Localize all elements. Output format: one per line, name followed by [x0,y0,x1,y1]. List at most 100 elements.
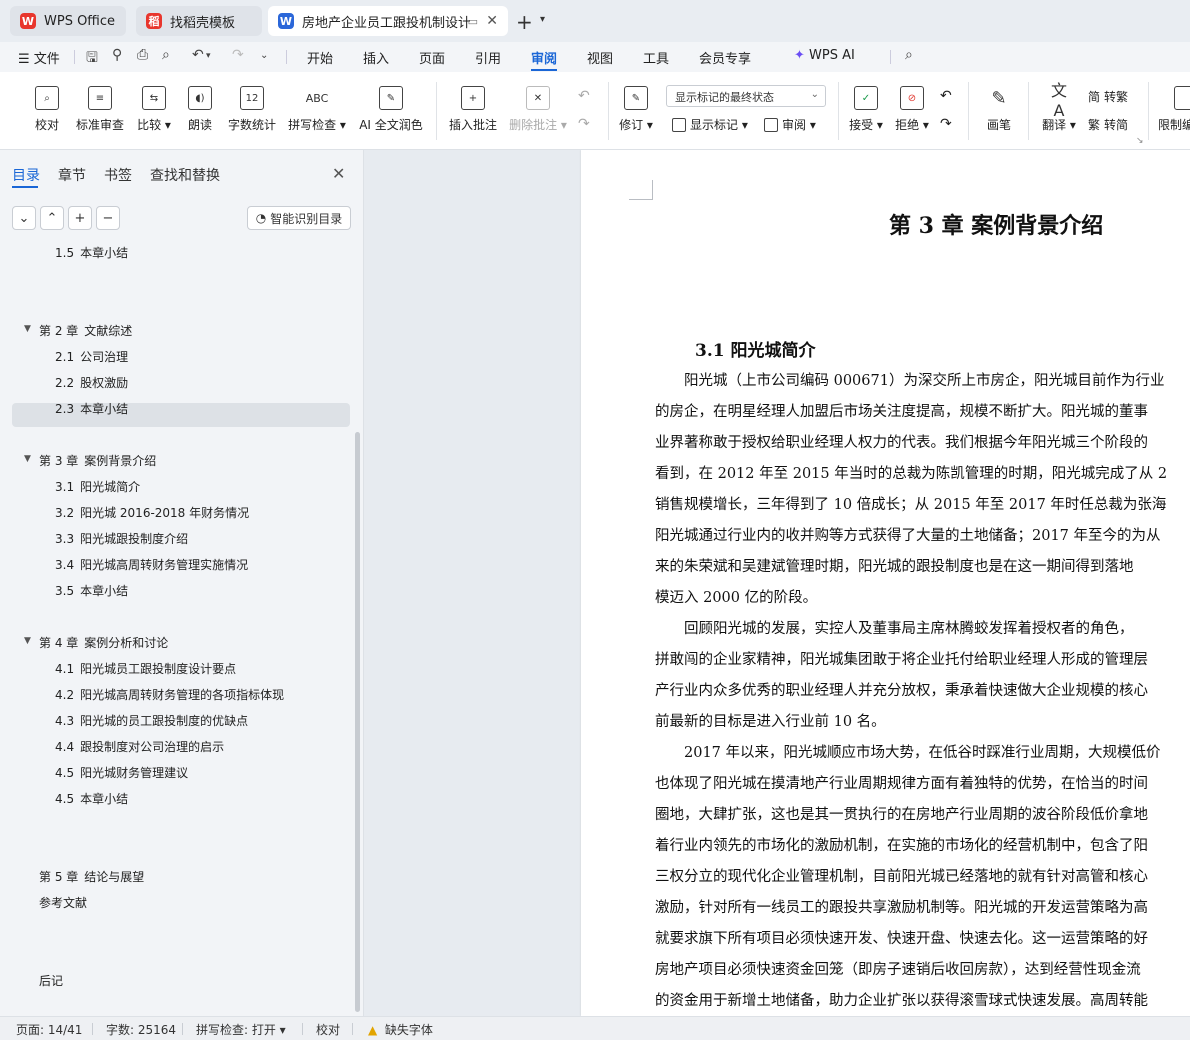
accept-button[interactable]: ✓ 接受 ▾ [846,86,886,133]
markup-mode-select[interactable]: 显示标记的最终状态 ⌄ [666,85,826,107]
compare-button[interactable]: ⇆ 比较 ▾ [133,86,175,133]
new-tab-icon[interactable]: + [516,10,533,34]
tab-wps-office[interactable]: W WPS Office [10,6,126,36]
expand-corner-icon[interactable]: ↘ [1136,136,1144,146]
chevron-down-icon[interactable]: ▾ [540,14,545,25]
collapse-down-button[interactable]: ⌄ [12,206,36,230]
toc-section[interactable]: 3.3 阳光城跟投制度介绍 [55,530,188,547]
nav-tab-toc[interactable]: 目录 [12,165,40,185]
restrict-icon [1174,86,1190,110]
toc-section[interactable]: 4.1 阳光城员工跟投制度设计要点 [55,660,236,677]
divider [890,50,891,64]
search-icon[interactable]: ⌕ [905,47,913,63]
file-menu[interactable]: ☰ 文件 [18,48,60,67]
expand-triangle-icon[interactable]: ▼ [24,636,31,646]
page-indicator[interactable]: 页面: 14/41 [16,1021,82,1038]
collapse-up-button[interactable]: ⌃ [40,206,64,230]
toc-section[interactable]: 2.2 股权激励 [55,374,128,391]
menu-page[interactable]: 页面 [419,48,445,67]
share-icon[interactable]: ⚲ [112,47,122,63]
missing-font-indicator[interactable]: ▲ 缺失字体 [368,1021,433,1038]
toc-chapter[interactable]: 后记 [39,972,63,989]
smart-toc-button[interactable]: ◔ 智能识别目录 [247,206,351,230]
show-markup-button[interactable]: 显示标记 ▾ [672,116,748,133]
menu-home[interactable]: 开始 [307,48,333,67]
close-tab-icon[interactable]: ✕ [486,13,498,29]
menu-review[interactable]: 审阅 [531,48,557,67]
menu-references[interactable]: 引用 [475,48,501,67]
read-aloud-button[interactable]: ◖) 朗读 [184,86,216,133]
print-icon[interactable]: ⎙ [137,47,148,63]
save-icon[interactable]: 🖫 [86,47,98,71]
word-count-indicator[interactable]: 字数: 25164 [106,1021,176,1038]
toc-section[interactable]: 4.2 阳光城高周转财务管理的各项指标体现 [55,686,284,703]
insert-comment-button[interactable]: + 插入批注 [446,86,500,133]
toc-section[interactable]: 4.5 阳光城财务管理建议 [55,764,188,781]
paragraph-line: 圈地，大肆扩张，这也是其一贯执行的在房地产行业周期的波谷阶段低价拿地 [655,807,1148,823]
toc-chapter[interactable]: ▼ 第 3 章案例背景介绍 [24,452,156,469]
proofread-button[interactable]: ⌕ 校对 [30,86,64,133]
prev-comment-icon[interactable]: ↶ [578,88,590,104]
document-page[interactable]: 第 3 章 案例背景介绍 3.1 阳光城简介 阳光城（上市公司编码 000671… [581,150,1190,1016]
nav-tab-bookmarks[interactable]: 书签 [104,165,132,185]
word-count-label: 字数统计 [227,118,276,132]
toc-section[interactable]: 4.3 阳光城的员工跟投制度的优缺点 [55,712,248,729]
std-review-button[interactable]: ≡ 标准审查 [74,86,126,133]
proof-status[interactable]: 校对 [316,1021,340,1038]
to-traditional-button[interactable]: 简转繁 [1088,88,1128,105]
chevron-down-icon[interactable]: ⌄ [260,50,268,61]
pen-button[interactable]: ✎ 画笔 [982,86,1016,133]
document-area[interactable]: 第 3 章 案例背景介绍 3.1 阳光城简介 阳光城（上市公司编码 000671… [364,150,1190,1016]
menu-insert[interactable]: 插入 [363,48,389,67]
chevron-down-icon[interactable]: ▾ [206,51,211,61]
translate-button[interactable]: 文A 翻译 ▾ [1038,81,1080,133]
nav-tab-chapters[interactable]: 章节 [58,165,86,185]
toc-section[interactable]: 3.2 阳光城 2016-2018 年财务情况 [55,504,249,521]
toc-section[interactable]: 4.5 本章小结 [55,790,128,807]
toc-chapter[interactable]: ▼ 第 4 章案例分析和讨论 [24,634,168,651]
remove-heading-button[interactable]: − [96,206,120,230]
toc-section[interactable]: 3.4 阳光城高周转财务管理实施情况 [55,556,248,573]
undo-icon[interactable]: ↶ [192,47,204,63]
expand-triangle-icon[interactable]: ▼ [24,324,31,334]
spell-check-button[interactable]: ABC 拼写检查 ▾ [286,86,348,133]
tab-label: 房地产企业员工跟投机制设计 [302,15,470,31]
next-comment-icon[interactable]: ↷ [578,116,590,132]
prev-change-icon[interactable]: ↶ [940,88,952,104]
toc-chapter[interactable]: 参考文献 [39,894,87,911]
tab-templates[interactable]: 稻 找稻壳模板 [136,6,262,36]
add-heading-button[interactable]: + [68,206,92,230]
expand-triangle-icon[interactable]: ▼ [24,454,31,464]
window-icon[interactable]: ▭ [468,15,478,28]
word-count-button[interactable]: 12 字数统计 [226,86,278,133]
toc-section[interactable]: 3.1 阳光城简介 [55,478,140,495]
close-icon[interactable]: ✕ [332,164,345,183]
toc-section[interactable]: 2.1 公司治理 [55,348,128,365]
reject-button[interactable]: ⊘ 拒绝 ▾ [892,86,932,133]
to-simplified-button[interactable]: 繁转简 [1088,116,1128,133]
delete-comment-button[interactable]: ✕ 删除批注 ▾ [506,86,570,133]
revise-button[interactable]: ✎ 修订 ▾ [616,86,656,133]
menu-view[interactable]: 视图 [587,48,613,67]
toc-chapter[interactable]: 第 5 章结论与展望 [39,868,144,885]
menu-member[interactable]: 会员专享 [699,48,751,67]
review-pane-button[interactable]: 审阅 ▾ [764,116,816,133]
proofread-label: 校对 [34,118,59,132]
toc-section[interactable]: 3.5 本章小结 [55,582,128,599]
wps-ai-button[interactable]: ✦ WPS AI [794,48,855,63]
toc-section[interactable]: 1.5 本章小结 [55,244,128,261]
proofread-icon: ⌕ [35,86,59,110]
spell-check-toggle[interactable]: 拼写检查: 打开 ▾ [196,1021,286,1038]
menu-tools[interactable]: 工具 [643,48,669,67]
nav-scrollbar[interactable] [355,432,360,1012]
next-change-icon[interactable]: ↷ [940,116,952,132]
tab-document[interactable]: W 房地产企业员工跟投机制设计 ▭ ✕ [268,6,508,36]
restrict-editing-button[interactable]: 限制编 [1158,86,1190,133]
toc-section[interactable]: 2.3 本章小结 [55,400,128,417]
nav-tab-find-replace[interactable]: 查找和替换 [150,165,220,185]
toc-section[interactable]: 4.4 跟投制度对公司治理的启示 [55,738,224,755]
ai-polish-button[interactable]: ✎ AI 全文润色 [356,86,426,133]
redo-icon[interactable]: ↷ [232,47,244,63]
print-preview-icon[interactable]: ⌕ [162,47,170,63]
toc-chapter[interactable]: ▼ 第 2 章文献综述 [24,322,132,339]
